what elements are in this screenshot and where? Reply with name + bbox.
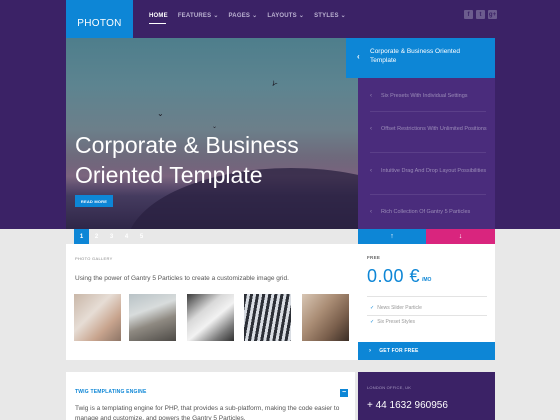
- nav-label: STYLES: [314, 12, 339, 19]
- slide-list-label: Corporate & Business Oriented Template: [370, 48, 460, 64]
- check-icon: ✓: [370, 305, 375, 311]
- chevron-left-icon: ‹: [370, 209, 372, 215]
- divider: [370, 194, 486, 195]
- read-more-button[interactable]: READ MORE: [75, 195, 113, 207]
- accordion-title[interactable]: TWIG TEMPLATING ENGINE: [75, 389, 147, 395]
- slide-next-button[interactable]: ↓: [426, 229, 495, 244]
- arrow-up-icon: ↑: [390, 233, 394, 240]
- divider: [367, 296, 487, 297]
- chevron-left-icon: ‹: [370, 168, 372, 174]
- gallery-description: Using the power of Gantry 5 Particles to…: [75, 275, 289, 282]
- arrow-down-icon: ↓: [458, 233, 463, 240]
- gallery-label: PHOTO GALLERY: [75, 256, 113, 261]
- nav-label: FEATURES: [177, 12, 212, 19]
- get-for-free-button[interactable]: › GET FOR FREE: [358, 342, 495, 360]
- chevron-left-icon: ‹: [370, 93, 372, 99]
- gallery-thumbnail[interactable]: [74, 294, 121, 341]
- nav-label: HOME: [149, 12, 168, 19]
- divider: [370, 152, 486, 153]
- gallery-thumbnail[interactable]: [302, 294, 349, 341]
- nav-label: LAYOUTS: [267, 12, 297, 19]
- slide-list-item[interactable]: ‹ Six Presets With Individual Settings: [370, 92, 488, 100]
- chevron-left-icon: ‹: [370, 126, 372, 132]
- check-icon: ✓: [370, 319, 375, 325]
- chevron-down-icon: ⌄: [213, 13, 219, 19]
- pager-item[interactable]: 2: [89, 229, 104, 244]
- slide-pager: 1 2 3 4 5: [74, 229, 149, 244]
- slide-list-label: Offset Restrictions With Unlimited Posit…: [381, 126, 487, 132]
- pricing-feature: ✓ News Slider Particle: [370, 305, 422, 311]
- active-underline: [149, 23, 166, 24]
- collapse-icon[interactable]: −: [340, 389, 348, 397]
- pricing-feature-label: Six Preset Styles: [377, 319, 415, 325]
- nav-item-home[interactable]: HOME: [149, 12, 168, 24]
- hero-title: Corporate & Business Oriented Template: [75, 132, 299, 188]
- gallery-thumbnail[interactable]: [129, 294, 176, 341]
- hero-slide: ⋎ ⌄ ⌄ Corporate & Business Oriented Temp…: [66, 38, 358, 229]
- divider: [370, 111, 486, 112]
- gallery-thumbnail[interactable]: [244, 294, 291, 341]
- twitter-icon[interactable]: t: [476, 10, 485, 19]
- pricing-price: 0.00 €: [367, 266, 421, 286]
- accordion-body: Twig is a templating engine for PHP, tha…: [75, 405, 340, 420]
- gallery-thumbnail[interactable]: [187, 294, 234, 341]
- button-label: GET FOR FREE: [379, 348, 419, 354]
- google-plus-icon[interactable]: g+: [488, 10, 497, 19]
- chevron-left-icon: ‹: [357, 52, 360, 61]
- social-links: f t g+: [464, 10, 497, 19]
- pricing-unit: /MO: [422, 277, 432, 283]
- pager-item[interactable]: 3: [104, 229, 119, 244]
- facebook-icon[interactable]: f: [464, 10, 473, 19]
- logo-text: PHOTON: [77, 17, 122, 29]
- slide-list-item[interactable]: ‹ Intuitive Drag And Drop Layout Possibi…: [370, 167, 488, 175]
- pager-item[interactable]: 4: [119, 229, 134, 244]
- pager-item[interactable]: 1: [74, 229, 89, 244]
- pricing-feature: ✓ Six Preset Styles: [370, 319, 415, 325]
- slide-list-item[interactable]: ‹ Rich Collection Of Gantry 5 Particles: [370, 208, 488, 216]
- office-contact: LONDON OFFICE, UK + 44 1632 960956: [358, 372, 495, 420]
- twig-accordion: TWIG TEMPLATING ENGINE − Twig is a templ…: [66, 372, 355, 420]
- bird-icon: ⋎: [269, 78, 280, 89]
- office-label: LONDON OFFICE, UK: [367, 385, 412, 390]
- slide-list-label: Intuitive Drag And Drop Layout Possibili…: [381, 168, 487, 174]
- photo-gallery: PHOTO GALLERY Using the power of Gantry …: [66, 244, 358, 360]
- nav-item-styles[interactable]: STYLES ⌄: [314, 12, 346, 20]
- slide-list-item-active[interactable]: ‹ Corporate & Business Oriented Template: [346, 38, 495, 78]
- main-nav: HOME FEATURES ⌄ PAGES ⌄ LAYOUTS ⌄ STYLES…: [149, 12, 356, 24]
- chevron-right-icon: ›: [369, 348, 372, 354]
- pager-item[interactable]: 5: [134, 229, 149, 244]
- pricing-feature-label: News Slider Particle: [377, 305, 422, 311]
- slide-prev-button[interactable]: ↑: [358, 229, 426, 244]
- office-phone[interactable]: + 44 1632 960956: [367, 400, 448, 411]
- nav-item-pages[interactable]: PAGES ⌄: [228, 12, 258, 20]
- chevron-down-icon: ⌄: [340, 13, 346, 19]
- nav-item-layouts[interactable]: LAYOUTS ⌄: [267, 12, 305, 20]
- chevron-down-icon: ⌄: [252, 13, 258, 19]
- pricing-label: FREE: [367, 255, 381, 260]
- slide-list-label: Rich Collection Of Gantry 5 Particles: [381, 209, 471, 215]
- bird-icon: ⌄: [157, 109, 164, 118]
- slide-list-label: Six Presets With Individual Settings: [381, 93, 468, 99]
- nav-label: PAGES: [228, 12, 251, 19]
- divider: [367, 315, 487, 316]
- nav-item-features[interactable]: FEATURES ⌄: [177, 12, 219, 20]
- slide-list-item[interactable]: ‹ Offset Restrictions With Unlimited Pos…: [370, 125, 488, 133]
- chevron-down-icon: ⌄: [298, 13, 305, 19]
